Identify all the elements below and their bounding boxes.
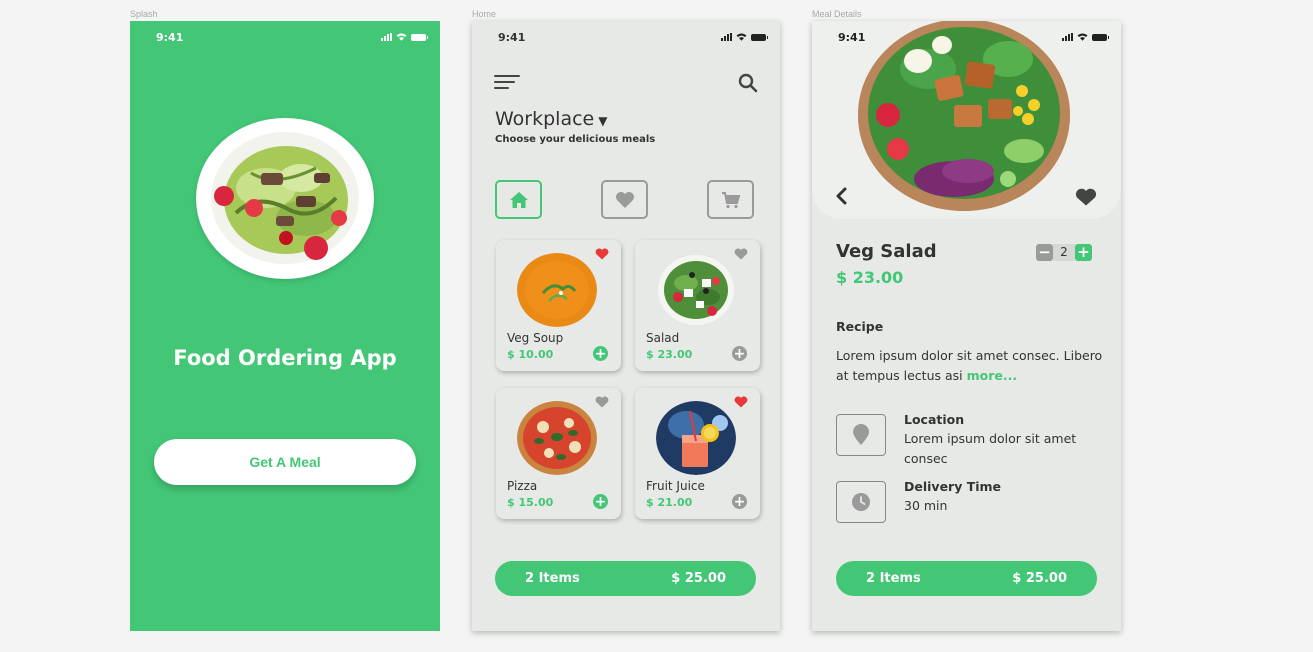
veg-soup-image [517,253,597,327]
caret-down-icon: ▼ [598,114,608,128]
add-to-cart-icon[interactable]: + [732,494,747,509]
status-bar: 9:41 [472,31,780,45]
add-to-cart-icon[interactable]: + [732,346,747,361]
location-icon-box [836,414,886,456]
meal-card-salad[interactable]: Salad $ 23.00 + [635,240,760,371]
veg-salad-bowl-image [858,21,1070,211]
salad-plate-image [196,118,374,279]
page-subtitle: Choose your delicious meals [495,134,656,145]
wifi-icon [396,33,407,41]
cart-item-count: 2 Items [525,571,580,586]
meal-price: $ 10.00 [507,348,554,361]
frame-label-details: Meal Details [812,9,862,19]
recipe-more-link[interactable]: more... [967,368,1018,383]
salad-image [658,255,734,325]
meal-name: Fruit Juice [646,479,705,493]
frame-label-splash: Splash [130,9,158,19]
battery-icon [411,33,428,41]
workplace-label: Workplace [495,108,595,130]
heart-icon [615,191,634,208]
search-icon[interactable] [738,73,758,93]
status-time: 9:41 [156,31,184,44]
meal-name: Pizza [507,479,538,493]
home-screen: 9:41 Workplace ▼ Choose your delicious me… [472,21,780,631]
location-pin-icon [853,424,869,445]
meal-title: Veg Salad [836,241,937,262]
pizza-image [517,401,597,475]
add-to-cart-icon[interactable]: + [593,346,608,361]
favorite-heart-icon[interactable] [595,396,609,408]
tab-favorites[interactable] [601,180,648,219]
splash-screen: 9:41 Food Ordering App Get A Meal [130,21,440,631]
recipe-text: Lorem ipsum dolor sit amet consec. Liber… [836,346,1106,386]
delivery-icon-box [836,481,886,523]
status-bar: 9:41 [812,31,1121,45]
meal-price: $ 23.00 [836,268,904,287]
meal-hero: 9:41 [812,21,1121,219]
cart-icon [721,191,740,208]
status-time: 9:41 [498,31,526,44]
favorite-heart-icon[interactable] [734,396,748,408]
get-a-meal-button[interactable]: Get A Meal [154,439,416,485]
recipe-heading: Recipe [836,319,884,334]
meal-details-screen: 9:41 Veg Salad $ 23.00 − 2 + Recipe Lore… [812,21,1121,631]
menu-icon[interactable] [494,75,520,91]
add-to-cart-icon[interactable]: + [593,494,608,509]
wifi-icon [736,33,747,41]
signal-icon [1062,33,1073,41]
favorite-heart-icon[interactable] [595,248,609,260]
tab-cart[interactable] [707,180,754,219]
meal-name: Salad [646,331,680,345]
favorite-heart-icon[interactable] [734,248,748,260]
increase-quantity-button[interactable]: + [1075,244,1092,261]
cart-total: $ 25.00 [1012,571,1067,586]
battery-icon [751,33,768,41]
clock-icon [852,493,870,511]
cart-summary-button[interactable]: 2 Items $ 25.00 [495,561,756,596]
frame-label-home: Home [472,9,497,19]
wifi-icon [1077,33,1088,41]
location-heading: Location [904,412,965,427]
app-title: Food Ordering App [173,346,397,370]
cart-total: $ 25.00 [671,571,726,586]
signal-icon [381,33,392,41]
meal-name: Veg Soup [507,331,564,345]
home-icon [509,191,528,208]
meal-price: $ 15.00 [507,496,554,509]
tab-home[interactable] [495,180,542,219]
cart-summary-button[interactable]: 2 Items $ 25.00 [836,561,1097,596]
location-text: Lorem ipsum dolor sit amet consec [904,431,1077,466]
quantity-stepper: − 2 + [1036,244,1092,261]
status-time: 9:41 [838,31,866,44]
delivery-time-heading: Delivery Time [904,479,1002,494]
delivery-time-text: 30 min [904,498,948,513]
meal-price: $ 23.00 [646,348,693,361]
meal-card-fruit-juice[interactable]: Fruit Juice $ 21.00 + [635,388,760,519]
meal-card-pizza[interactable]: Pizza $ 15.00 + [496,388,621,519]
signal-icon [721,33,732,41]
workplace-selector[interactable]: Workplace ▼ [495,108,607,130]
cart-item-count: 2 Items [866,571,921,586]
battery-icon [1092,33,1109,41]
status-bar: 9:41 [130,31,440,45]
quantity-value: 2 [1053,244,1075,261]
meal-price: $ 21.00 [646,496,693,509]
back-arrow-icon[interactable] [834,187,848,205]
favorite-heart-icon[interactable] [1075,188,1097,206]
meal-card-veg-soup[interactable]: Veg Soup $ 10.00 + [496,240,621,371]
decrease-quantity-button[interactable]: − [1036,244,1053,261]
fruit-juice-image [656,401,736,475]
